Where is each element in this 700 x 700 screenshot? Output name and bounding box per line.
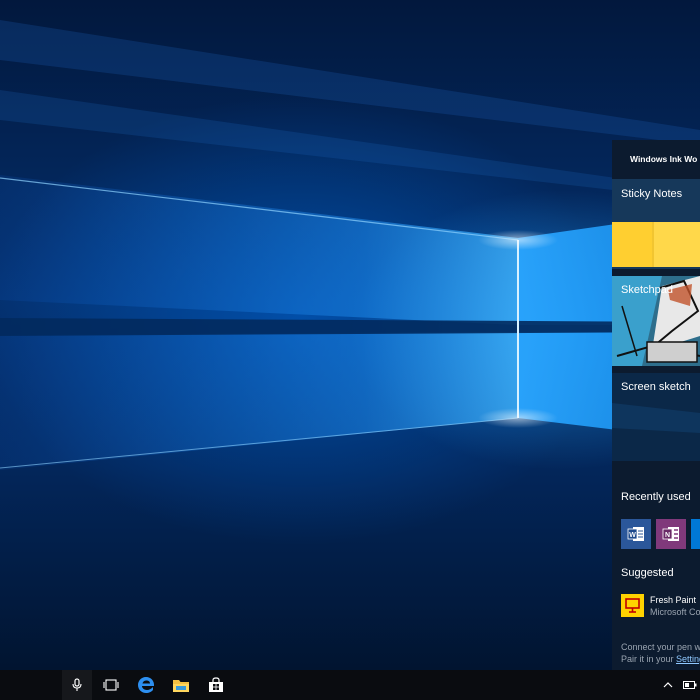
cortana-voice-button[interactable] [62,670,92,700]
store-button[interactable] [201,670,231,700]
word-app-button[interactable]: W [621,519,651,549]
sticky-notes-tile[interactable]: Sticky Notes [612,179,700,269]
sketchpad-tile[interactable]: Sketchpad [612,276,700,366]
file-explorer-button[interactable] [166,670,196,700]
microphone-icon [72,678,82,691]
pair-pen-text: Pair it in your Setting [621,654,700,664]
file-explorer-icon [173,680,189,692]
settings-link[interactable]: Setting [676,654,700,664]
svg-text:W: W [629,532,636,539]
windows-ink-workspace-panel: Windows Ink Wo Sticky Notes Sketchpad Sc… [612,140,700,670]
chevron-up-icon [663,682,673,688]
store-icon [209,677,223,692]
sticky-notes-label: Sticky Notes [621,188,683,200]
suggested-heading: Suggested [621,567,674,579]
word-icon: W [627,527,644,541]
panel-title: Windows Ink Wo [630,154,698,164]
onenote-icon: N [662,527,679,541]
app-button[interactable] [691,519,700,549]
edge-icon [138,677,155,693]
task-view-button[interactable] [96,670,126,700]
show-hidden-icons-button[interactable] [658,670,678,700]
fresh-paint-name: Fresh Paint [650,595,697,605]
screen-sketch-label: Screen sketch [621,381,691,393]
sticky-notes-preview [612,222,700,267]
svg-text:N: N [665,532,670,539]
recently-used-heading: Recently used [621,491,691,503]
battery-icon [683,681,697,689]
fresh-paint-suggestion[interactable]: Fresh Paint Microsoft Co [612,590,700,626]
fresh-paint-icon [621,594,644,617]
pair-pen-prefix: Pair it in your [621,654,677,664]
fresh-paint-publisher: Microsoft Co [650,607,700,617]
desktop-wallpaper [0,0,700,670]
windows-logo-wallpaper [0,20,700,470]
pen-connect-text: Connect your pen wi [621,642,700,652]
taskbar [0,670,700,700]
search-box-area[interactable] [0,670,62,700]
edge-browser-button[interactable] [131,670,161,700]
battery-status-button[interactable] [680,670,700,700]
task-view-icon [103,679,119,691]
sketchpad-label: Sketchpad [621,284,673,296]
onenote-app-button[interactable]: N [656,519,686,549]
screen-sketch-tile[interactable]: Screen sketch [612,373,700,461]
